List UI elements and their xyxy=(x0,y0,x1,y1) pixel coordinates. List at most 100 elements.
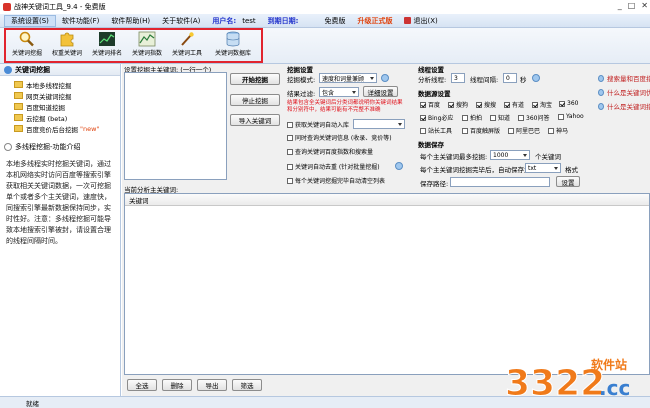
dedup-tip-icon[interactable] xyxy=(395,162,403,170)
column-header-keyword[interactable]: 关键词 xyxy=(125,194,649,206)
checkbox xyxy=(490,114,496,121)
source-baidu-touch[interactable]: 百度触屏版 xyxy=(462,126,500,135)
menu-system-settings[interactable]: 系统设置(S) xyxy=(4,14,56,27)
source-360[interactable]: 360 xyxy=(559,100,578,107)
auto-store-checkbox[interactable]: 获取关键词自动入库 xyxy=(287,120,349,129)
exit-menu[interactable]: 退出(X) xyxy=(398,16,443,26)
tree-item-web-mining[interactable]: 网页关键词挖掘 xyxy=(14,90,120,101)
max-keywords-select[interactable]: 1000 xyxy=(490,150,530,160)
checkbox xyxy=(532,101,538,108)
checkbox-label: 百度 xyxy=(428,102,441,109)
stop-mining-button[interactable]: 停止挖掘 xyxy=(230,94,280,106)
checkbox-label: Yahoo xyxy=(566,113,584,120)
upgrade-link[interactable]: 升级正式版 xyxy=(351,16,398,26)
mining-mode-select[interactable]: 速度和词量兼顾 xyxy=(319,73,377,83)
filter-button[interactable]: 筛选 xyxy=(232,379,262,391)
window-controls: _ □ ✕ xyxy=(618,1,648,10)
checkbox xyxy=(548,127,554,134)
save-format-select[interactable]: txt xyxy=(525,163,561,173)
data-save-title: 数据保存 xyxy=(418,141,444,149)
query-index-checkbox[interactable]: 查询关键词百度指数和搜索量 xyxy=(287,147,373,156)
menu-software-help[interactable]: 软件帮助(H) xyxy=(105,16,156,26)
source-zhanzhang[interactable]: 站长工具 xyxy=(420,126,452,135)
export-button[interactable]: 导出 xyxy=(197,379,227,391)
app-icon xyxy=(3,3,11,11)
minimize-icon[interactable]: _ xyxy=(618,1,622,10)
watermark-site: 软件站 xyxy=(591,357,627,372)
source-youdao[interactable]: 有道 xyxy=(504,100,524,109)
filter-detail-button[interactable]: 详细设置 xyxy=(363,86,398,97)
source-paipai[interactable]: 拍拍 xyxy=(462,113,482,122)
source-shenma[interactable]: 神马 xyxy=(548,126,568,135)
clear-list-checkbox[interactable]: 每个关键词挖掘完毕自动清空列表 xyxy=(287,176,385,185)
keyword-database-label: 关键词数据库 xyxy=(214,50,251,57)
thread-tip-icon[interactable] xyxy=(532,74,540,82)
source-bing[interactable]: Bing必应 xyxy=(420,113,453,122)
tree-item-cloud-mining[interactable]: 云挖掘 (beta) xyxy=(14,112,120,123)
toolbar: 关键词挖掘 权重关键词 关键词排名 关键词指数 关键词工具 关键词数据库 xyxy=(0,28,650,64)
username-value: test xyxy=(242,16,256,25)
source-360wenda[interactable]: 360问答 xyxy=(518,113,549,122)
close-icon[interactable]: ✕ xyxy=(641,1,648,10)
checkbox-label: Bing必应 xyxy=(428,115,454,122)
keyword-results-table[interactable]: 关键词 xyxy=(124,193,650,375)
source-baidu[interactable]: 百度 xyxy=(420,100,440,109)
start-mining-button[interactable]: 开始挖掘 xyxy=(230,73,280,85)
delete-button[interactable]: 删除 xyxy=(162,379,192,391)
source-taobao[interactable]: 淘宝 xyxy=(532,100,552,109)
max-keywords-unit: 个关键词 xyxy=(535,153,561,161)
link-search-index[interactable]: 搜索量和百度指数 xyxy=(598,71,650,85)
checkbox xyxy=(558,113,564,120)
keyword-index-button[interactable]: 关键词指数 xyxy=(127,30,167,62)
title-bar: 战神关键词工具_9.4 - 免费版 _ □ ✕ xyxy=(0,0,650,14)
thread-count-input[interactable]: 3 xyxy=(451,73,465,83)
keyword-mining-button[interactable]: 关键词挖掘 xyxy=(7,30,47,62)
checkbox xyxy=(448,101,454,108)
maximize-icon[interactable]: □ xyxy=(628,1,636,10)
save-path-input[interactable] xyxy=(450,177,550,187)
folder-icon xyxy=(14,81,23,88)
dedup-checkbox[interactable]: 关键词自动去重 (针对批量挖掘) xyxy=(287,162,380,171)
select-all-button[interactable]: 全选 xyxy=(127,379,157,391)
save-path-button[interactable]: 设置 xyxy=(556,176,580,187)
sidebar-section-intro[interactable]: 多线程挖掘-功能介绍 xyxy=(0,141,120,153)
keyword-ranking-button[interactable]: 关键词排名 xyxy=(87,30,127,62)
link-keyword-index[interactable]: 什么是关键词指数 xyxy=(598,99,650,113)
source-sogou[interactable]: 搜狗 xyxy=(448,100,468,109)
tree-item-bidding-mining[interactable]: 百度竞价后台挖掘 "new" xyxy=(14,123,120,134)
thread-settings-title: 线程设置 xyxy=(418,66,444,74)
seed-keywords-input[interactable] xyxy=(124,72,227,180)
source-yahoo[interactable]: Yahoo xyxy=(558,113,584,120)
source-soso[interactable]: 搜搜 xyxy=(476,100,496,109)
source-zhidao[interactable]: 知道 xyxy=(490,113,510,122)
weight-keywords-button[interactable]: 权重关键词 xyxy=(47,30,87,62)
tree-item-label: 网页关键词挖掘 xyxy=(26,92,72,101)
checkbox-label: 获取关键词自动入库 xyxy=(295,122,350,129)
mode-tip-icon[interactable] xyxy=(381,74,389,82)
tree-item-local-mining[interactable]: 本地多线程挖掘 xyxy=(14,79,120,90)
thread-interval-input[interactable]: 0 xyxy=(503,73,517,83)
link-keyword-optimization[interactable]: 什么是关键词优化 xyxy=(598,85,650,99)
link-label: 什么是关键词优化 xyxy=(607,89,650,97)
lightbulb-icon xyxy=(598,74,604,82)
checkbox-label: 有道 xyxy=(512,102,525,109)
checkbox-label: 拍拍 xyxy=(470,115,483,122)
intro-section-icon xyxy=(4,143,12,151)
import-keywords-button[interactable]: 导入关键词 xyxy=(230,114,280,126)
checkbox xyxy=(504,101,510,108)
username-label: 用户名: xyxy=(212,16,237,25)
menu-software-functions[interactable]: 软件功能(F) xyxy=(56,16,106,26)
auto-store-select[interactable] xyxy=(353,119,405,129)
checkbox-label: 淘宝 xyxy=(540,102,553,109)
tree-item-zhidao-mining[interactable]: 百度知道挖掘 xyxy=(14,101,120,112)
result-filter-select[interactable]: 包含 xyxy=(319,87,359,97)
keyword-tools-label: 关键词工具 xyxy=(171,50,202,57)
database-icon xyxy=(226,31,240,47)
source-alibaba[interactable]: 阿里巴巴 xyxy=(508,126,540,135)
sidebar-section-intro-label: 多线程挖掘-功能介绍 xyxy=(15,143,81,151)
keyword-database-button[interactable]: 关键词数据库 xyxy=(207,30,259,62)
menu-about[interactable]: 关于软件(A) xyxy=(156,16,206,26)
query-info-checkbox[interactable]: 同时查询关键词信息 (收录、竞价等) xyxy=(287,133,392,142)
sidebar-section-mining[interactable]: 关键词挖掘 xyxy=(0,64,120,76)
keyword-tools-button[interactable]: 关键词工具 xyxy=(167,30,207,62)
